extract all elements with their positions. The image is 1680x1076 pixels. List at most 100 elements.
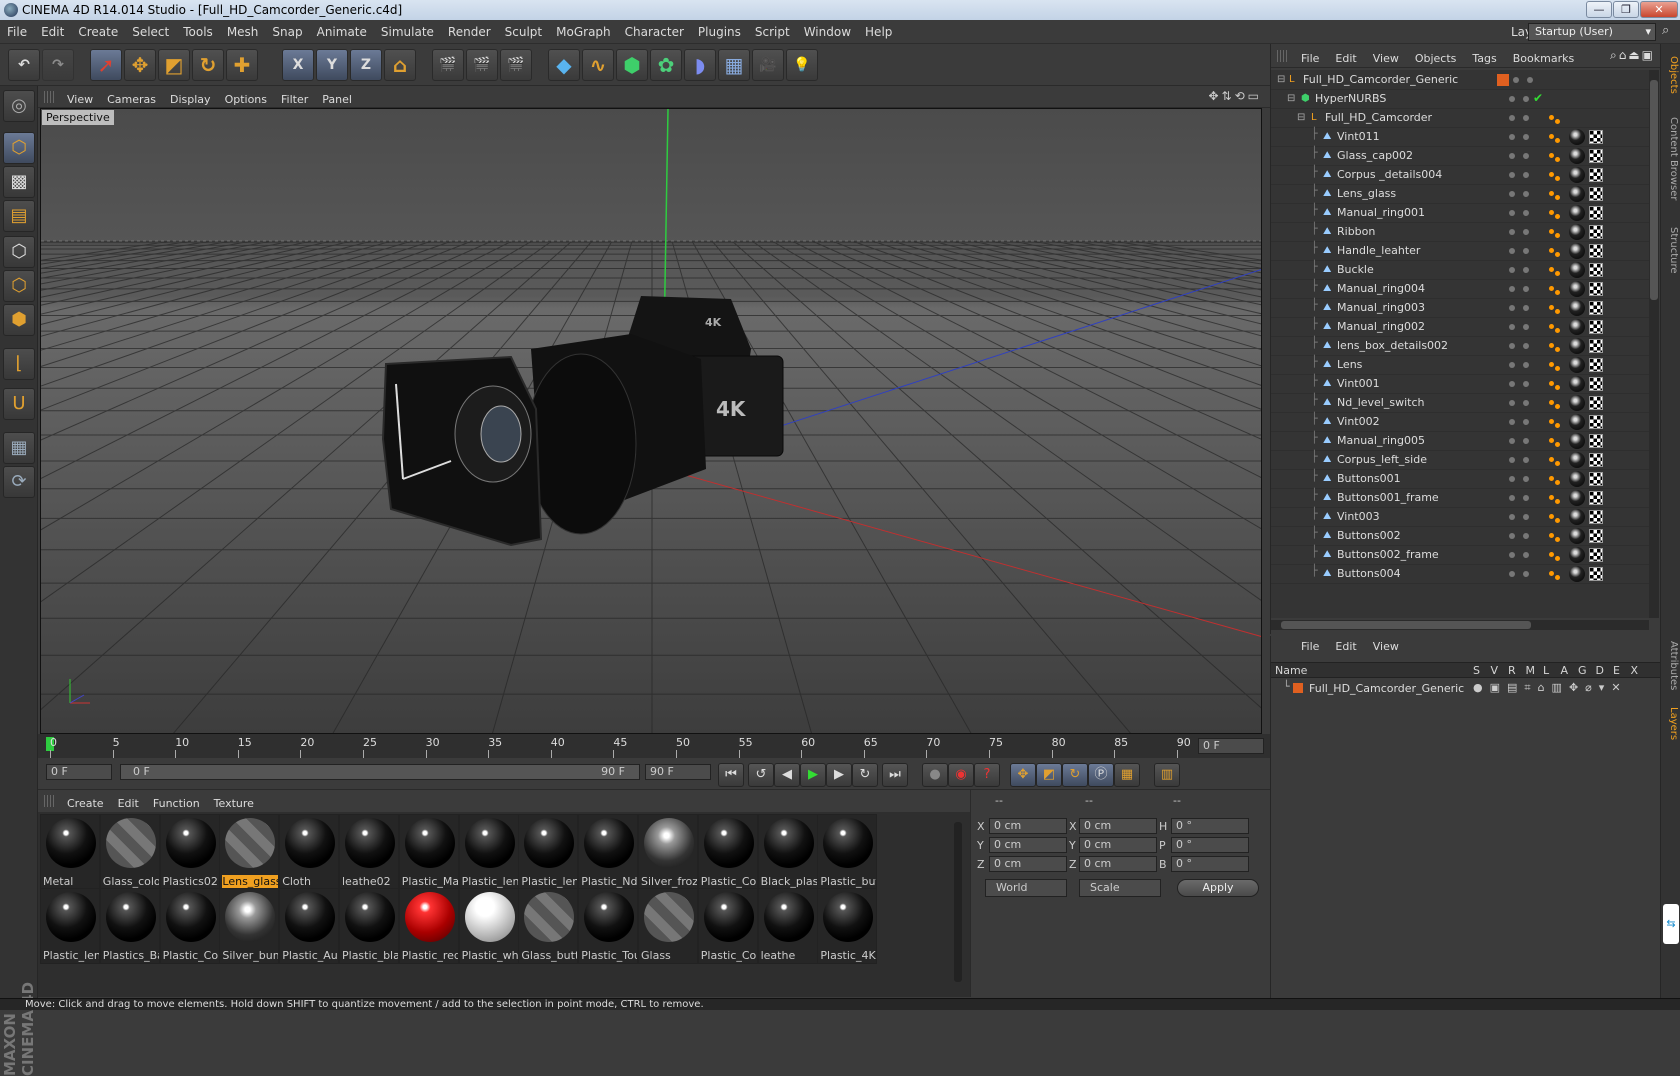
material-swatch[interactable]: Plastic_but	[817, 814, 878, 890]
timeline-window-icon[interactable]: ▥	[1154, 763, 1180, 787]
objects-menu-view[interactable]: View	[1365, 47, 1407, 71]
uvw-tag-icon[interactable]	[1589, 415, 1603, 429]
objects-menu-file[interactable]: File	[1293, 47, 1327, 71]
visibility-dots-icon[interactable]	[1509, 113, 1533, 123]
tab-objects[interactable]: Objects	[1663, 50, 1679, 100]
uvw-tag-icon[interactable]	[1589, 301, 1603, 315]
uvw-tag-icon[interactable]	[1589, 206, 1603, 220]
material-swatch[interactable]: Black_plast	[757, 814, 818, 890]
visibility-dots-icon[interactable]	[1509, 455, 1533, 465]
uvw-tag-icon[interactable]	[1589, 491, 1603, 505]
phong-tag-icon[interactable]	[1549, 149, 1563, 163]
tab-content-browser[interactable]: Content Browser	[1663, 104, 1679, 214]
layer-col-header[interactable]: D	[1596, 664, 1604, 677]
end-frame-field[interactable]: 90 F	[645, 764, 711, 780]
layer-col-header[interactable]: R	[1508, 664, 1516, 677]
menu-edit[interactable]: Edit	[34, 20, 71, 44]
uvw-tag-icon[interactable]	[1589, 225, 1603, 239]
material-tag-icon[interactable]	[1569, 414, 1585, 430]
uvw-tag-icon[interactable]	[1589, 320, 1603, 334]
visibility-dots-icon[interactable]	[1509, 398, 1533, 408]
uvw-tag-icon[interactable]	[1589, 149, 1603, 163]
render-settings-icon[interactable]: 🎬	[500, 49, 532, 81]
object-row[interactable]: ├ ⛰ Buttons001	[1271, 469, 1649, 489]
material-swatch[interactable]: Plastic_Auc	[279, 888, 340, 964]
object-row[interactable]: ├ ⛰ Nd_level_switch	[1271, 393, 1649, 413]
array-icon[interactable]: ✿	[650, 49, 682, 81]
visibility-dots-icon[interactable]	[1509, 132, 1533, 142]
start-frame-field[interactable]: 0 F	[46, 764, 112, 780]
material-tag-icon[interactable]	[1569, 566, 1585, 582]
rot-b-field[interactable]: 0 °	[1171, 856, 1249, 872]
uvw-tag-icon[interactable]	[1589, 472, 1603, 486]
coordinate-system-icon[interactable]: ⌂	[384, 49, 416, 81]
phong-tag-icon[interactable]	[1549, 301, 1563, 315]
phong-tag-icon[interactable]	[1549, 263, 1563, 277]
material-swatch[interactable]: Plastic_Mar	[398, 814, 459, 890]
make-editable-icon[interactable]: ◎	[3, 90, 35, 122]
rotate-tool-icon[interactable]: ↻	[192, 49, 224, 81]
uvw-tag-icon[interactable]	[1589, 453, 1603, 467]
material-tag-icon[interactable]	[1569, 129, 1585, 145]
object-row[interactable]: ├ ⛰ Buttons001_frame	[1271, 488, 1649, 508]
auto-keying-icon[interactable]: ◉	[948, 763, 974, 787]
object-row[interactable]: ├ ⛰ Vint002	[1271, 412, 1649, 432]
object-row[interactable]: ├ ⛰ Corpus _details004	[1271, 165, 1649, 185]
material-swatch[interactable]: Glass	[638, 888, 698, 964]
menu-snap[interactable]: Snap	[265, 20, 309, 44]
visibility-dots-icon[interactable]	[1509, 151, 1533, 161]
material-tag-icon[interactable]	[1569, 509, 1585, 525]
key-rotation-icon[interactable]: ↻	[1062, 763, 1088, 787]
material-tag-icon[interactable]	[1569, 528, 1585, 544]
material-swatch[interactable]: Plastics_Ba	[99, 888, 160, 964]
visibility-dots-icon[interactable]	[1509, 531, 1533, 541]
visibility-dots-icon[interactable]	[1509, 341, 1533, 351]
layer-col-header[interactable]: X	[1631, 664, 1639, 677]
cube-object-icon[interactable]: ◆	[548, 49, 580, 81]
prev-key-icon[interactable]: ↺	[748, 763, 774, 787]
camera-icon[interactable]: 🎥	[752, 49, 784, 81]
menu-select[interactable]: Select	[125, 20, 176, 44]
material-tag-icon[interactable]	[1569, 452, 1585, 468]
menu-mograph[interactable]: MoGraph	[549, 20, 618, 44]
polygons-mode-icon[interactable]: ⬢	[3, 304, 35, 336]
edges-mode-icon[interactable]: ⬡	[3, 270, 35, 302]
material-scrollbar[interactable]	[954, 822, 962, 982]
texture-mode-icon[interactable]: ▩	[3, 166, 35, 198]
scene-floor-icon[interactable]: ▦	[718, 49, 750, 81]
enabled-check-icon[interactable]: ✔	[1533, 91, 1543, 105]
x-axis-lock-button[interactable]: X	[282, 49, 314, 81]
key-position-icon[interactable]: ✥	[1010, 763, 1036, 787]
material-swatch[interactable]: Metal	[40, 814, 100, 890]
layer-col-header[interactable]: G	[1578, 664, 1587, 677]
object-row[interactable]: ├ ⛰ Vint001	[1271, 374, 1649, 394]
render-picture-viewer-icon[interactable]: 🎬	[466, 49, 498, 81]
visibility-dots-icon[interactable]	[1509, 322, 1533, 332]
search-icon[interactable]: ⌕	[1662, 23, 1669, 38]
redo-button[interactable]: ↷	[42, 49, 74, 81]
phong-tag-icon[interactable]	[1549, 339, 1563, 353]
move-tool-icon[interactable]: ✥	[124, 49, 156, 81]
phong-tag-icon[interactable]	[1549, 529, 1563, 543]
visibility-dots-icon[interactable]	[1509, 512, 1533, 522]
phong-tag-icon[interactable]	[1549, 396, 1563, 410]
material-swatch[interactable]: Plastic_Nd_	[578, 814, 639, 890]
object-row-root[interactable]: ⊟ L Full_HD_Camcorder_Generic	[1271, 70, 1649, 90]
visibility-dots-icon[interactable]	[1509, 189, 1533, 199]
object-row-group[interactable]: ⊟ L Full_HD_Camcorder	[1271, 108, 1649, 128]
keyframe-selection-icon[interactable]: ?	[974, 763, 1000, 787]
apply-button[interactable]: Apply	[1177, 879, 1259, 897]
phong-tag-icon[interactable]	[1549, 282, 1563, 296]
menu-create[interactable]: Create	[71, 20, 125, 44]
object-row[interactable]: ├ ⛰ Buttons002	[1271, 526, 1649, 546]
object-row[interactable]: ├ ⛰ Handle_leahter	[1271, 241, 1649, 261]
material-tag-icon[interactable]	[1569, 376, 1585, 392]
close-button[interactable]: ✕	[1640, 1, 1678, 18]
material-swatch[interactable]: Plastic_Cor	[697, 814, 758, 890]
layers-menu-file[interactable]: File	[1293, 636, 1327, 658]
rot-h-field[interactable]: 0 °	[1171, 818, 1249, 834]
collapse-icon[interactable]: ⊟	[1297, 112, 1307, 123]
visibility-dots-icon[interactable]	[1509, 227, 1533, 237]
visibility-dots-icon[interactable]	[1509, 170, 1533, 180]
material-tag-icon[interactable]	[1569, 186, 1585, 202]
